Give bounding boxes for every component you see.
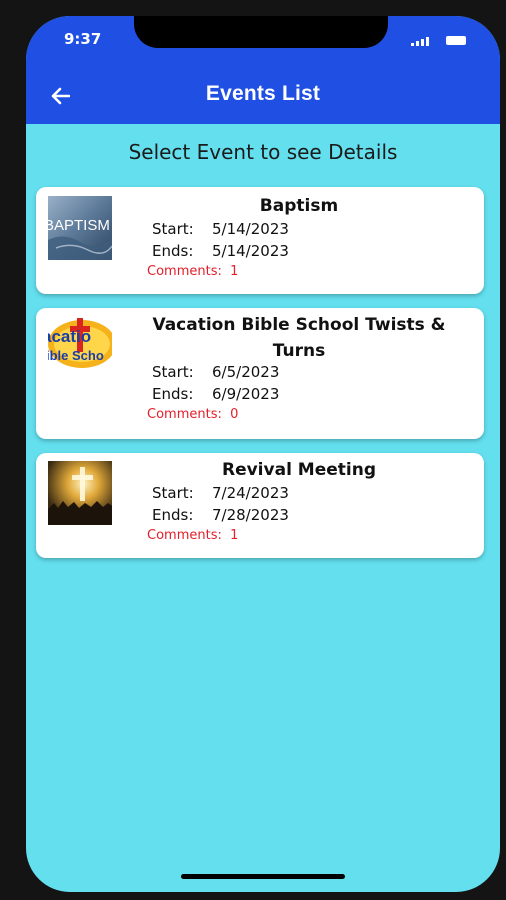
event-thumbnail — [48, 461, 112, 525]
svg-text:acatio: acatio — [48, 327, 91, 346]
event-title: Vacation Bible School Twists & Turns — [152, 315, 446, 361]
vbs-image: acatio ible Scho — [48, 314, 112, 378]
device-notch — [134, 16, 388, 48]
event-card-baptism[interactable]: BAPTISM Baptism Start: 5/14/2023 Ends: 5/1… — [36, 187, 484, 294]
event-comments: Comments: 1 — [147, 528, 239, 543]
app-header: 9:37 Events List — [26, 16, 500, 124]
event-end: Ends: 6/9/2023 — [152, 385, 280, 403]
event-title: Baptism — [259, 196, 339, 216]
svg-text:BAPTISM: BAPTISM — [48, 217, 110, 234]
battery-icon — [446, 36, 466, 45]
event-end: Ends: 5/14/2023 — [152, 242, 289, 260]
revival-image — [48, 461, 112, 525]
event-title: Revival Meeting — [221, 460, 377, 480]
app-screen: 9:37 Events List Select Event to see Det… — [26, 16, 500, 892]
signal-icon — [411, 36, 429, 46]
status-time: 9:37 — [64, 30, 102, 48]
svg-text:ible Scho: ible Scho — [48, 348, 104, 363]
event-start: Start: 6/5/2023 — [152, 363, 280, 381]
event-comments: Comments: 0 — [147, 407, 239, 422]
event-thumbnail: acatio ible Scho — [48, 314, 112, 378]
page-title: Events List — [205, 82, 321, 105]
event-thumbnail: BAPTISM — [48, 196, 112, 260]
instruction-text: Select Event to see Details — [128, 140, 398, 164]
phone-frame: 9:37 Events List Select Event to see Det… — [0, 0, 506, 900]
event-card-vbs[interactable]: acatio ible Scho Vacation Bible School T… — [36, 308, 484, 439]
home-indicator[interactable] — [181, 874, 345, 879]
event-start: Start: 5/14/2023 — [152, 220, 289, 238]
event-start: Start: 7/24/2023 — [152, 484, 289, 502]
baptism-image: BAPTISM — [48, 196, 112, 260]
event-end: Ends: 7/28/2023 — [152, 506, 289, 524]
event-comments: Comments: 1 — [147, 264, 239, 279]
event-card-revival[interactable]: Revival Meeting Start: 7/24/2023 Ends: 7/2… — [36, 453, 484, 558]
